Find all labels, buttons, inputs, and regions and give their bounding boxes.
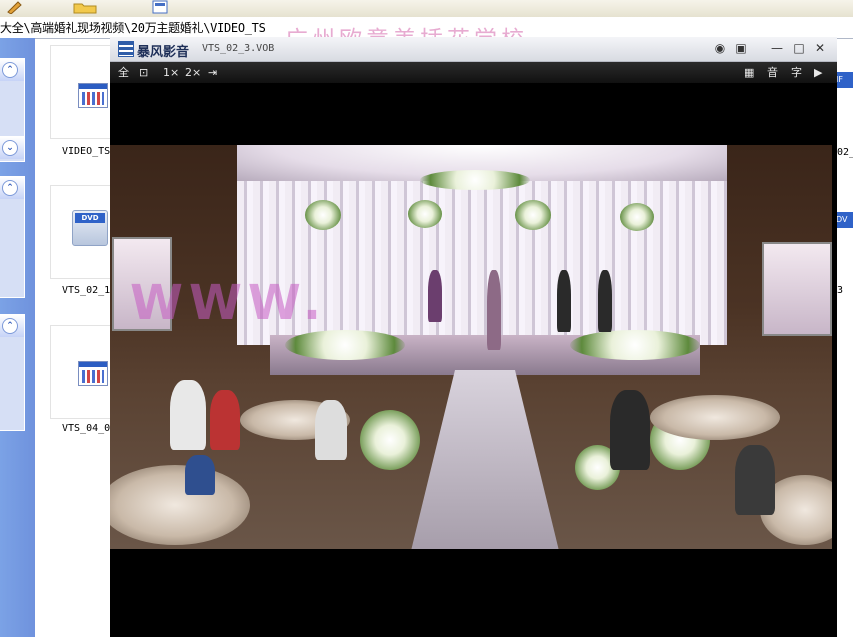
performer: [557, 270, 571, 332]
guest: [170, 380, 206, 450]
file-label: VIDEO_TS: [62, 146, 111, 157]
settings-icon[interactable]: ▣: [733, 40, 749, 56]
partial-file-label: 3: [837, 285, 844, 296]
task-pane-section-3: ⌃: [0, 176, 25, 298]
guest: [185, 455, 215, 495]
singer: [487, 270, 501, 350]
task-pane: ⌃ ⌄ ⌃ ⌃: [0, 38, 35, 637]
address-path[interactable]: 大全\高端婚礼现场视频\20万主题婚礼\VIDEO_TS: [0, 19, 266, 36]
task-pane-header-2[interactable]: ⌄: [0, 137, 24, 159]
collapse-up-icon[interactable]: ⌃: [2, 318, 18, 334]
file-label: VTS_04_0: [62, 423, 111, 434]
fullscreen-button[interactable]: 全: [118, 65, 129, 80]
performer: [428, 270, 442, 322]
guest: [610, 390, 650, 470]
video-frame: WWW.: [110, 145, 832, 549]
subtitle-button[interactable]: 字: [791, 65, 802, 80]
picture-button[interactable]: ▦: [744, 65, 754, 80]
guest: [315, 400, 347, 460]
ifo-file-icon: [78, 83, 108, 108]
aisle: [410, 370, 560, 549]
player-window[interactable]: 暴风影音 VTS_02_3.VOB ◉ ▣ — □ ✕ 全 ⊡ 1× 2× ⇥ …: [110, 37, 837, 637]
explorer-toolbar: [0, 0, 853, 18]
dvd-vob-icon: DVD: [72, 210, 108, 246]
player-titlebar[interactable]: 暴风影音 VTS_02_3.VOB ◉ ▣ — □ ✕: [110, 37, 837, 62]
collapse-up-icon[interactable]: ⌃: [2, 180, 18, 196]
playlist-toggle-button[interactable]: ▶: [814, 65, 822, 80]
folder-icon[interactable]: [72, 0, 102, 14]
flower-arrangement: [620, 203, 654, 231]
task-pane-section-2: ⌄: [0, 136, 25, 162]
pencil-icon[interactable]: [4, 0, 44, 14]
flower-arrangement: [515, 200, 551, 230]
player-control-bar: 全 ⊡ 1× 2× ⇥ ▦ 音 字 ▶: [110, 62, 837, 83]
pin-button[interactable]: ⇥: [208, 65, 217, 80]
flower-garland: [420, 170, 530, 190]
app-name: 暴风影音: [137, 45, 190, 60]
guest: [210, 390, 240, 450]
file-label: VTS_02_1: [62, 285, 111, 296]
flower-arrangement: [408, 200, 442, 228]
task-pane-header-4[interactable]: ⌃: [0, 315, 24, 337]
view-icon[interactable]: [151, 0, 171, 14]
flower-arrangement: [305, 200, 341, 230]
video-area[interactable]: WWW.: [110, 83, 837, 637]
partial-file-label: 02_: [837, 147, 853, 158]
banquet-table: [650, 395, 780, 440]
zoom-2x-button[interactable]: 2×: [185, 65, 201, 80]
audio-button[interactable]: 音: [767, 65, 778, 80]
zoom-1x-button[interactable]: 1×: [163, 65, 179, 80]
close-button[interactable]: ✕: [812, 40, 828, 56]
maximize-button[interactable]: □: [791, 40, 807, 56]
guest: [735, 445, 775, 515]
banquet-table: [110, 465, 250, 545]
collapse-up-icon[interactable]: ⌃: [2, 62, 18, 78]
expand-down-icon[interactable]: ⌄: [2, 140, 18, 156]
projection-screen-right: [762, 242, 832, 336]
task-pane-header-1[interactable]: ⌃: [0, 59, 24, 81]
flower-pillar: [360, 410, 420, 470]
ifo-file-icon: [78, 361, 108, 386]
app-logo-icon: [118, 41, 134, 57]
flower-row: [570, 330, 700, 360]
task-pane-header-3[interactable]: ⌃: [0, 177, 24, 199]
partial-dvd-icon[interactable]: DV: [836, 212, 853, 228]
video-watermark: WWW.: [130, 275, 328, 331]
screenshot-button[interactable]: ⊡: [139, 65, 148, 80]
help-icon[interactable]: ◉: [712, 40, 728, 56]
partial-file-icon[interactable]: IF: [836, 72, 853, 88]
flower-row: [285, 330, 405, 360]
playing-file-title: VTS_02_3.VOB: [202, 43, 275, 54]
performer: [598, 270, 612, 332]
task-pane-section-4: ⌃: [0, 314, 25, 431]
minimize-button[interactable]: —: [769, 40, 785, 56]
